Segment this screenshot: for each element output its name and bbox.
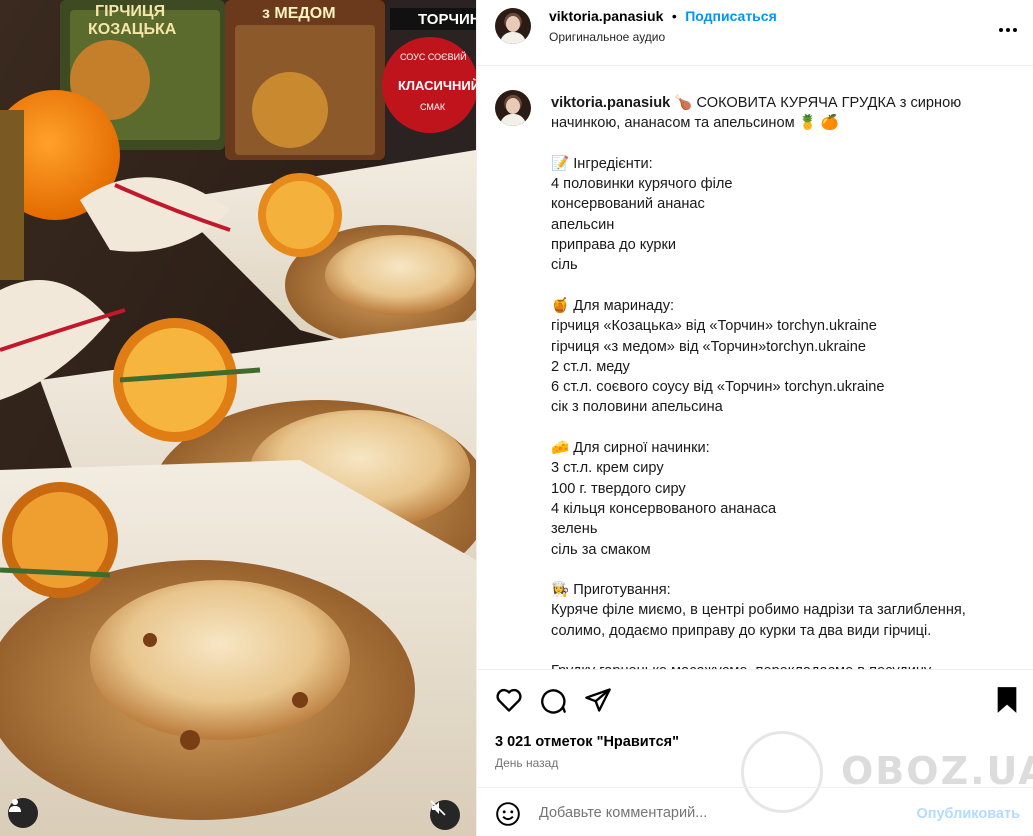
caption-line: 4 половинки курячого філе (551, 176, 733, 193)
tagged-users-button[interactable] (8, 798, 38, 828)
caption-line: Куряче філе миємо, в центрі робимо надрі… (551, 602, 966, 619)
post-header: viktoria.panasiuk • Подписаться Оригинал… (477, 0, 1033, 66)
caption-line: 100 г. твердого сиру (551, 480, 686, 497)
caption-line: сіль за смаком (551, 541, 651, 558)
pack-text-7: СМАК (420, 102, 446, 112)
caption-avatar[interactable] (495, 90, 531, 126)
caption-line: приправа до курки (551, 237, 677, 254)
caption-line: сіль (551, 257, 578, 274)
comment-icon[interactable] (539, 686, 567, 714)
pack-text-6: КЛАСИЧНИЙ (398, 78, 476, 93)
caption-area: viktoria.panasiuk 🍗 СОКОВИТА КУРЯЧА ГРУД… (477, 66, 1033, 669)
mute-button[interactable] (430, 800, 460, 830)
caption-line: гірчиця «Козацька» від «Торчин» torchyn.… (551, 318, 877, 335)
publish-button[interactable]: Опубликовать (916, 806, 1020, 822)
pack-text-1: ГІРЧИЦЯ (95, 3, 165, 20)
caption-line: 3 ст.л. крем сиру (551, 460, 664, 477)
caption-line-first: viktoria.panasiuk 🍗 СОКОВИТА КУРЯЧА ГРУД… (551, 93, 1011, 113)
food-photo-illustration: ГІРЧИЦЯ КОЗАЦЬКА з МЕДОМ ТОРЧИН СОУС СОЄ… (0, 0, 476, 836)
caption-line: Грудку гарненько масажуємо, перекладаємо… (551, 661, 1011, 669)
caption-line: 4 кільця консервованого ананаса (551, 500, 777, 517)
caption-line: сік з половини апельсина (551, 399, 723, 416)
pack-text-5: СОУС СОЄВИЙ (400, 51, 467, 62)
post-details-panel: viktoria.panasiuk • Подписаться Оригинал… (476, 0, 1033, 836)
save-bookmark-icon[interactable] (995, 686, 1019, 714)
caption-text: viktoria.panasiuk 🍗 СОКОВИТА КУРЯЧА ГРУД… (551, 93, 1011, 669)
caption-line: 🧀 Для сирної начинки: (551, 440, 710, 457)
post-photo[interactable]: ГІРЧИЦЯ КОЗАЦЬКА з МЕДОМ ТОРЧИН СОУС СОЄ… (0, 0, 476, 836)
user-icon (9, 799, 21, 812)
pack-text-4: ТОРЧИН (418, 11, 476, 28)
caption-line: 👩‍🍳 Приготування: (551, 582, 671, 599)
likes-count[interactable]: 3 021 отметок "Нравится" (495, 734, 679, 750)
pack-text-3: з МЕДОМ (262, 5, 336, 22)
comment-input[interactable] (539, 805, 839, 821)
caption-line: зелень (551, 521, 598, 538)
caption-line: начинкою, ананасом та апельсином 🍍 🍊 (551, 115, 840, 132)
audio-link[interactable]: Оригинальное аудио (549, 30, 665, 44)
caption-line: 📝 Інгредієнти: (551, 155, 653, 172)
comment-bar: Опубликовать (477, 787, 1033, 836)
caption-line: 6 ст.л. соєвого соусу від «Торчин» torch… (551, 379, 885, 396)
caption-line: солимо, додаємо приправу до курки та два… (551, 622, 932, 639)
caption-line: 🍯 Для маринаду: (551, 297, 675, 314)
share-icon[interactable] (584, 686, 612, 714)
post-timestamp: День назад (495, 756, 559, 770)
pack-text-2: КОЗАЦЬКА (88, 21, 177, 38)
avatar[interactable] (495, 8, 531, 44)
caption-line: консервований ананас (551, 196, 705, 213)
more-options-button[interactable] (998, 14, 1018, 46)
username-link[interactable]: viktoria.panasiuk (549, 8, 663, 24)
caption-line: 2 ст.л. меду (551, 358, 630, 375)
follow-button[interactable]: Подписаться (685, 8, 777, 24)
caption-line: апельсин (551, 216, 615, 233)
caption-username[interactable]: viktoria.panasiuk (551, 95, 670, 111)
like-heart-icon[interactable] (495, 686, 523, 714)
emoji-icon[interactable] (495, 801, 521, 827)
speaker-muted-icon (430, 800, 446, 816)
caption-title: 🍗 СОКОВИТА КУРЯЧА ГРУДКА з сирною (674, 95, 962, 111)
more-icon (999, 28, 1017, 32)
caption-line: гірчиця «з медом» від «Торчин»torchyn.uk… (551, 338, 867, 355)
separator-dot: • (671, 8, 677, 24)
